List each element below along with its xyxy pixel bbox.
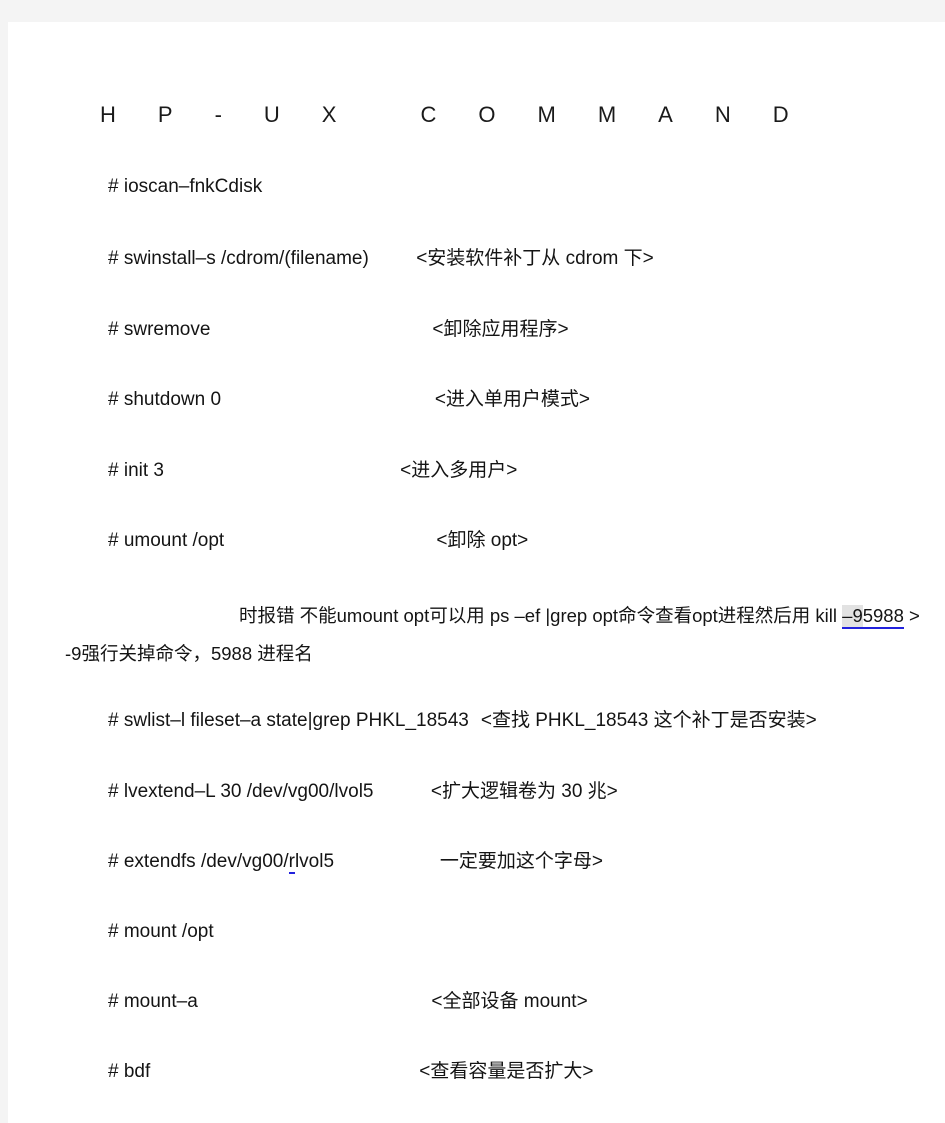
- document-page: H P - U X C O M M A N D # ioscan–fnkCdisk # swinstal…: [8, 22, 945, 1123]
- title-letter: O: [478, 102, 496, 127]
- command-text: # lvextend–L 30 /dev/vg00/lvol5: [108, 781, 374, 802]
- command-line: # mount /opt: [108, 919, 925, 945]
- title-letter: N: [714, 102, 731, 127]
- command-text: # init 3: [108, 460, 164, 481]
- command-comment: <进入单用户模式>: [434, 389, 591, 410]
- command-comment: 一定要加这个字母>: [439, 851, 603, 872]
- command-comment: <安装软件补丁从 cdrom 下>: [416, 248, 654, 269]
- command-line: # mount–a <全部设备 mount>: [108, 989, 925, 1015]
- title-letter: M: [537, 102, 556, 127]
- page-title: HP-UXCOMMAND: [100, 102, 789, 128]
- command-text: # bdf: [108, 1061, 151, 1082]
- command-line: # lvextend–L 30 /dev/vg00/lvol5 <扩大逻辑卷为 3…: [108, 779, 925, 805]
- title-letter: C: [420, 102, 437, 127]
- command-line: # extendfs /dev/vg00/rlvol5 一定要加这个字母>: [108, 849, 925, 875]
- command-text: # ioscan–fnkCdisk: [108, 176, 263, 197]
- command-text-part: # extendfs /dev/vg00/: [108, 851, 289, 872]
- title-letter: -: [214, 102, 222, 127]
- hyperlink-5988[interactable]: 5988: [862, 605, 904, 629]
- note-paragraph: 时报错 不能umount opt可以用 ps –ef |grep opt命令查看…: [65, 597, 935, 673]
- command-line: # swremove <卸除应用程序>: [108, 317, 925, 343]
- command-text: # shutdown 0: [108, 389, 222, 410]
- command-text: # mount–a: [108, 991, 198, 1012]
- command-text: # extendfs /dev/vg00/rlvol5: [108, 849, 334, 875]
- command-line: # bdf <查看容量是否扩大>: [108, 1059, 925, 1085]
- command-line: # shutdown 0 <进入单用户模式>: [108, 387, 925, 413]
- command-comment: <扩大逻辑卷为 30 兆>: [430, 781, 618, 802]
- command-comment: <进入多用户>: [400, 460, 518, 481]
- command-text: # mount /opt: [108, 921, 214, 942]
- hyperlink-kill-9[interactable]: –9: [842, 605, 863, 629]
- command-comment: <卸除应用程序>: [432, 319, 569, 340]
- command-text: # umount /opt: [108, 530, 225, 551]
- command-text: # swlist–l fileset–a state|grep PHKL_185…: [108, 710, 469, 731]
- command-comment: <全部设备 mount>: [431, 991, 588, 1012]
- command-text: # swremove: [108, 319, 211, 340]
- command-comment: <查看容量是否扩大>: [419, 1061, 594, 1082]
- title-letter: P: [157, 102, 173, 127]
- title-letter: U: [263, 102, 280, 127]
- command-line: # swinstall–s /cdrom/(filename) <安装软件补丁从 …: [108, 246, 925, 272]
- title-letter: X: [321, 102, 337, 127]
- title-letter: A: [658, 102, 673, 127]
- command-comment: <卸除 opt>: [436, 530, 529, 551]
- title-letter: D: [772, 102, 789, 127]
- command-line: # swlist–l fileset–a state|grep PHKL_185…: [108, 708, 925, 734]
- command-line: # ioscan–fnkCdisk: [108, 174, 925, 200]
- note-prefix: 时报错 不能umount opt可以用 ps –ef |grep opt命令查看…: [239, 605, 843, 626]
- command-text-part: lvol5: [294, 851, 335, 872]
- command-line: # init 3 <进入多用户>: [108, 458, 925, 484]
- command-line: # umount /opt <卸除 opt>: [108, 528, 925, 554]
- command-comment: <查找 PHKL_18543 这个补丁是否安装>: [480, 710, 817, 731]
- title-letter: H: [100, 102, 116, 127]
- command-text: # swinstall–s /cdrom/(filename): [108, 248, 369, 269]
- title-letter: M: [597, 102, 617, 127]
